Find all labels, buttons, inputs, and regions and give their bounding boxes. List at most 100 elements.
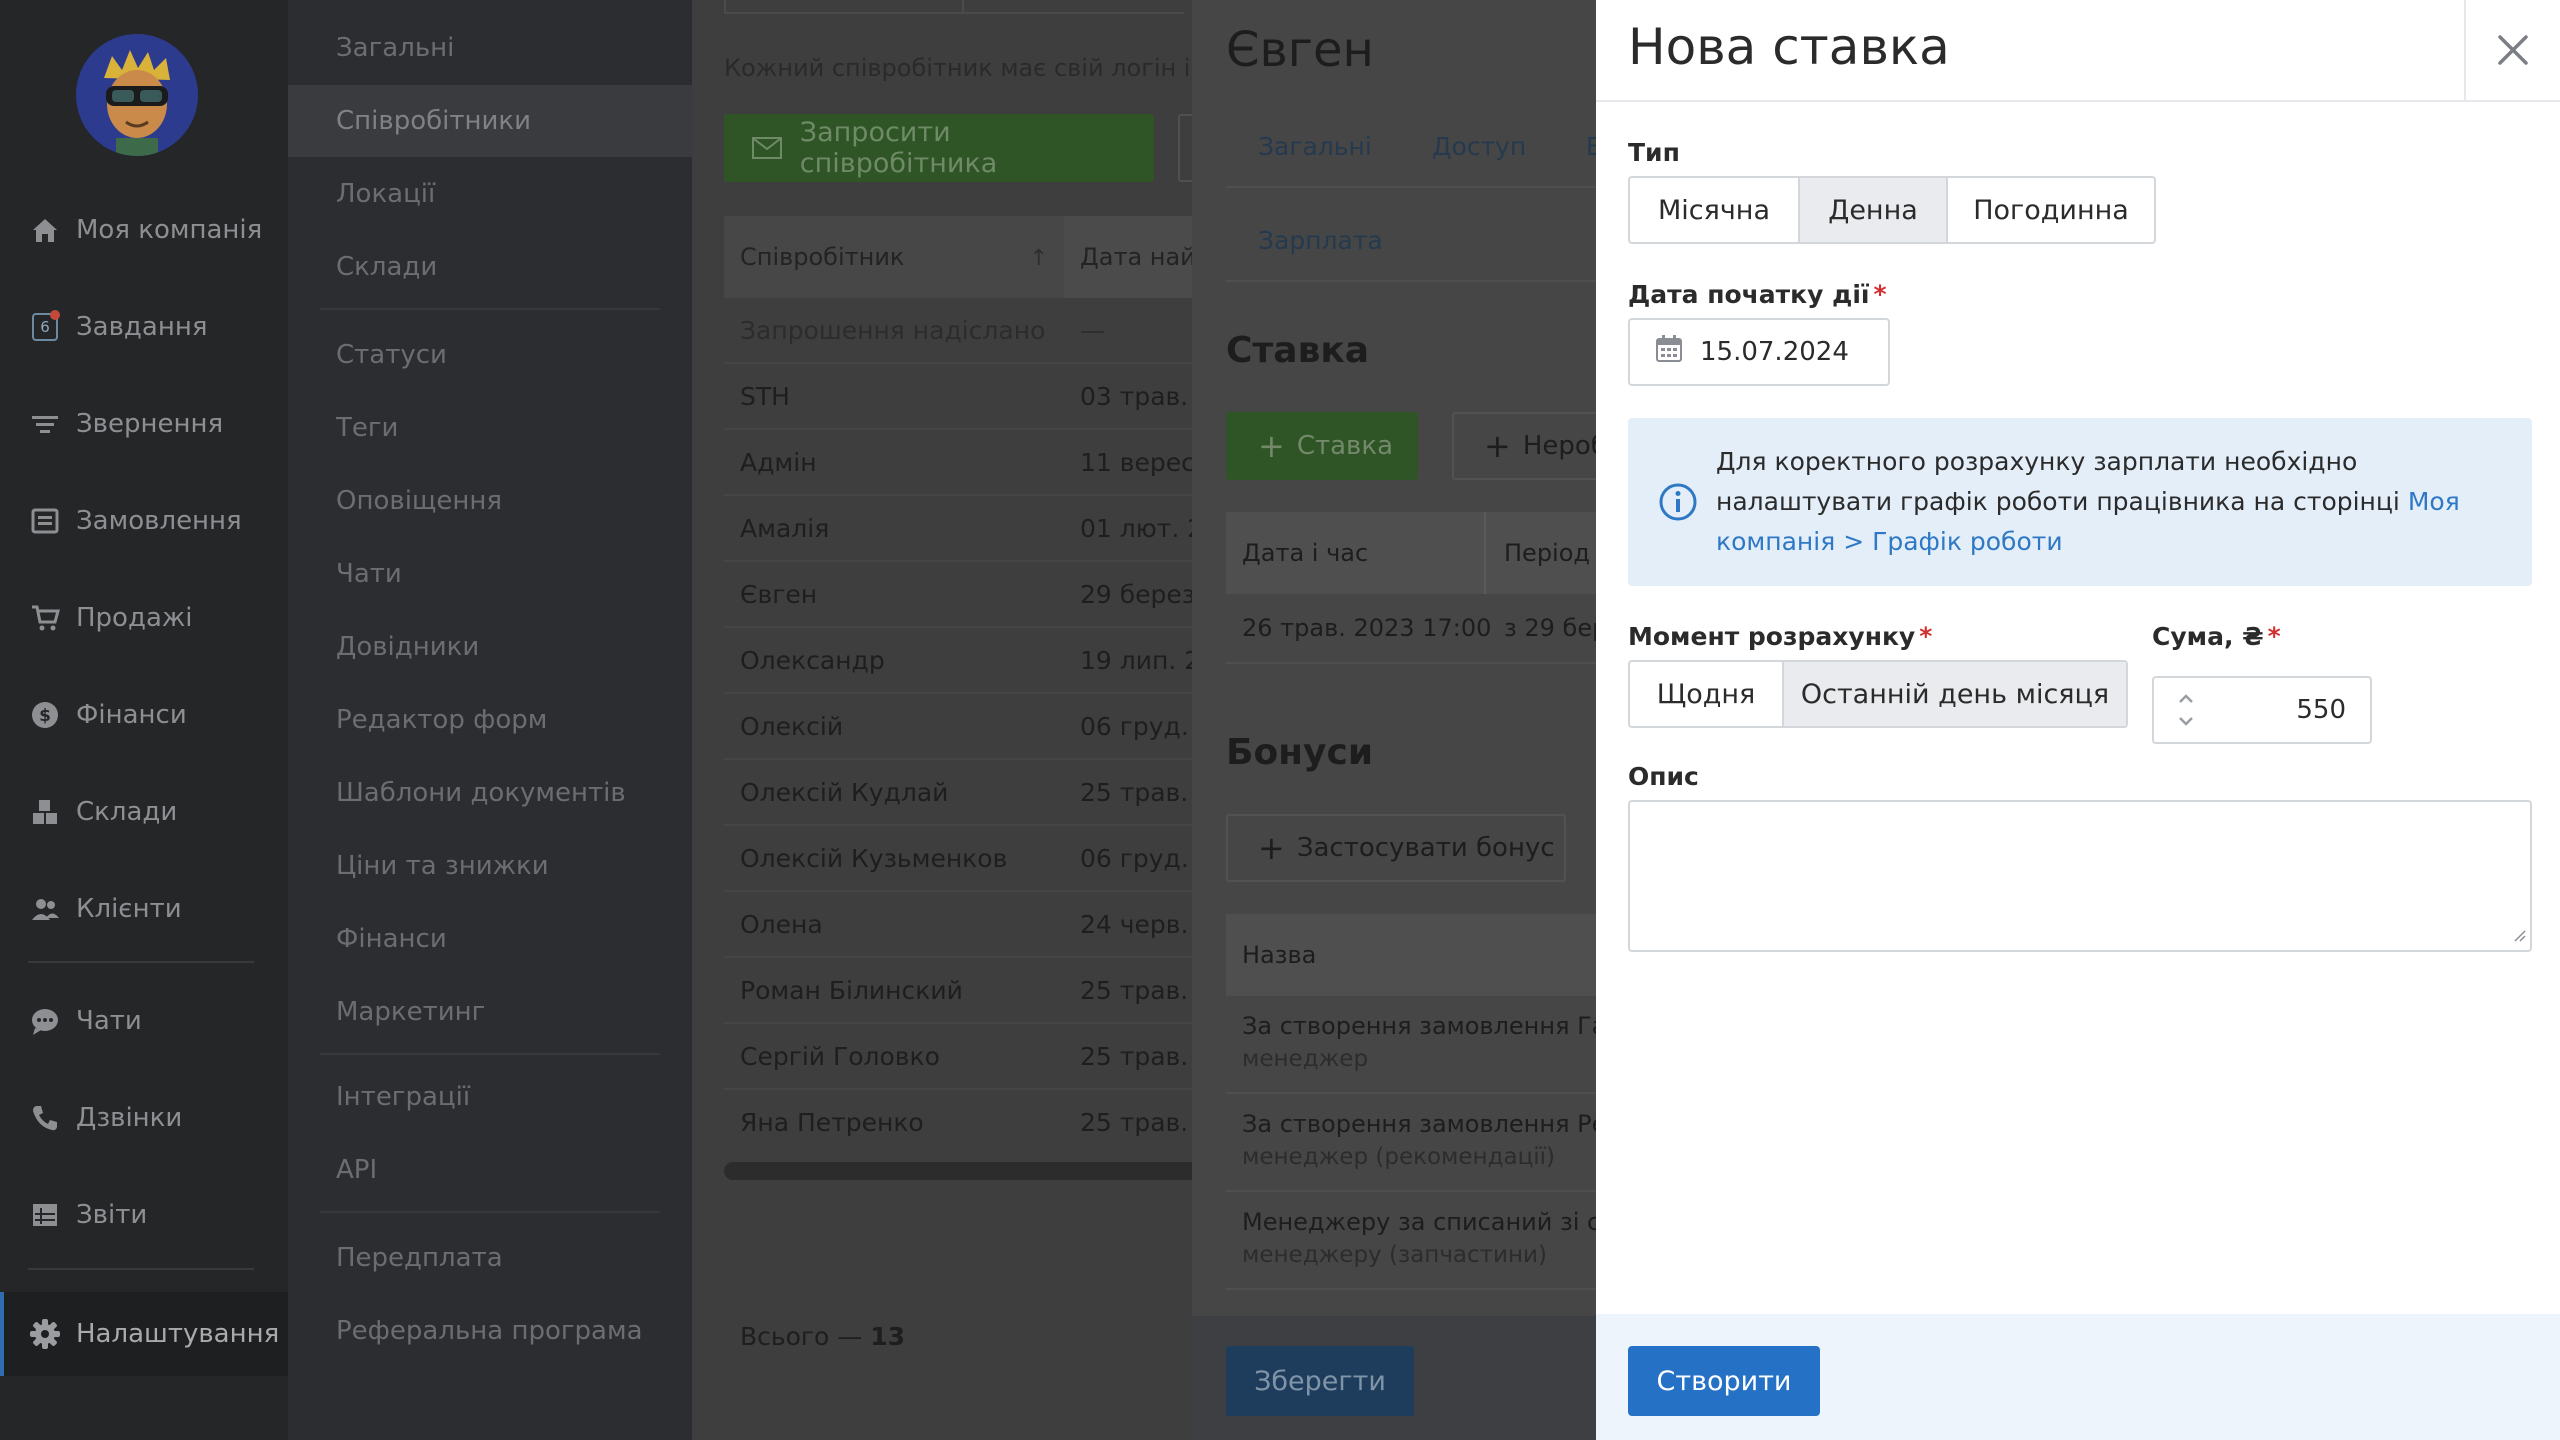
- cart-icon: [28, 601, 62, 635]
- table-row[interactable]: Олена24 черв. 2: [724, 892, 1192, 958]
- create-button[interactable]: Створити: [1628, 1346, 1820, 1416]
- tab-access[interactable]: Доступ: [1432, 132, 1526, 161]
- nav-item-reports[interactable]: Звіти: [0, 1179, 288, 1251]
- apply-bonus-button[interactable]: + Застосувати бонус: [1226, 814, 1566, 882]
- dialog-footer: Створити: [1596, 1314, 2560, 1440]
- stepper-arrows-icon[interactable]: [2174, 688, 2198, 732]
- submenu-item-chats[interactable]: Чати: [288, 538, 692, 610]
- nav-item-settings[interactable]: Налаштування: [0, 1292, 288, 1376]
- orders-icon: [28, 504, 62, 538]
- required-marker: *: [1919, 622, 1933, 651]
- gear-icon: [28, 1317, 62, 1351]
- table-row[interactable]: Роман Білинский25 трав. 2: [724, 958, 1192, 1024]
- table-row[interactable]: Менеджеру за списаний зі скл менеджеру (…: [1226, 1192, 1596, 1290]
- nav-item-finance[interactable]: $ Фінанси: [0, 679, 288, 751]
- submenu-item-statuses[interactable]: Статуси: [288, 319, 692, 391]
- nav-item-requests[interactable]: Звернення: [0, 388, 288, 460]
- nav-item-calls[interactable]: Дзвінки: [0, 1082, 288, 1154]
- invite-employee-button[interactable]: Запросити співробітника: [724, 114, 1154, 182]
- submenu-item-tags[interactable]: Теги: [288, 392, 692, 464]
- type-option-daily[interactable]: Денна: [1800, 178, 1948, 242]
- calendar-icon: [1654, 334, 1684, 371]
- nav-item-chats[interactable]: Чати: [0, 985, 288, 1057]
- type-option-monthly[interactable]: Місячна: [1630, 178, 1800, 242]
- table-row[interactable]: Амалія 01 лют. 2: [724, 496, 1192, 562]
- user-avatar[interactable]: [76, 34, 198, 156]
- submenu-item-notifications[interactable]: Оповіщення: [288, 465, 692, 537]
- nav-item-warehouses[interactable]: Склади: [0, 776, 288, 848]
- submenu-item-api[interactable]: API: [288, 1134, 692, 1206]
- submenu-item-finance[interactable]: Фінанси: [288, 903, 692, 975]
- horizontal-scrollbar[interactable]: [724, 1162, 1192, 1180]
- nav-item-orders[interactable]: Замовлення: [0, 485, 288, 557]
- employee-name-title: Євген: [1226, 22, 1374, 78]
- close-button[interactable]: [2464, 0, 2560, 100]
- submenu-item-warehouses[interactable]: Склади: [288, 231, 692, 303]
- employees-total: Всього — 13: [740, 1322, 906, 1351]
- table-row[interactable]: Олександр 19 лип. 2: [724, 628, 1192, 694]
- tab-general[interactable]: Загальні: [1258, 132, 1372, 161]
- nav-label: Продажі: [76, 603, 193, 633]
- nav-item-tasks[interactable]: 6 Завдання: [0, 291, 288, 363]
- nav-divider: [28, 1268, 254, 1270]
- column-hire-date[interactable]: Дата найм: [1080, 216, 1192, 298]
- amount-label: Сума, ₴ *: [2152, 622, 2281, 651]
- nav-label: Звіти: [76, 1200, 148, 1230]
- employees-tab-active[interactable]: [724, 0, 964, 14]
- table-row[interactable]: Яна Петренко25 трав. 2: [724, 1090, 1192, 1156]
- type-selector: Місячна Денна Погодинна: [1628, 176, 2156, 244]
- table-row[interactable]: Адмін 11 верес.: [724, 430, 1192, 496]
- resize-grip-icon[interactable]: [2510, 926, 2526, 946]
- add-rate-button[interactable]: + Ставка: [1226, 412, 1418, 480]
- table-row[interactable]: Олексій Кудлай25 трав. 2: [724, 760, 1192, 826]
- submenu-item-document-templates[interactable]: Шаблони документів: [288, 757, 692, 829]
- submenu-item-prices-discounts[interactable]: Ціни та знижки: [288, 830, 692, 902]
- submenu-item-locations[interactable]: Локації: [288, 158, 692, 230]
- submenu-item-marketing[interactable]: Маркетинг: [288, 976, 692, 1048]
- column-employee[interactable]: Співробітник ↑: [724, 216, 1064, 298]
- sort-arrow-up-icon: ↑: [1029, 246, 1048, 271]
- nav-divider: [28, 961, 254, 963]
- moment-option-daily[interactable]: Щодня: [1630, 662, 1784, 726]
- nav-label: Завдання: [76, 312, 208, 342]
- nav-label: Налаштування: [76, 1319, 280, 1349]
- submenu-item-general[interactable]: Загальні: [288, 12, 692, 84]
- nav-item-my-company[interactable]: Моя компанія: [0, 194, 288, 266]
- table-row[interactable]: Олексій Кузьменков06 груд. 2: [724, 826, 1192, 892]
- save-button[interactable]: Зберегти: [1226, 1346, 1414, 1416]
- description-textarea[interactable]: [1628, 800, 2532, 952]
- reports-icon: [28, 1198, 62, 1232]
- submenu-divider: [320, 1211, 660, 1213]
- table-row[interactable]: STH03 трав. 2: [724, 364, 1192, 430]
- phone-icon: [28, 1101, 62, 1135]
- employees-tabs: [724, 0, 1184, 14]
- submenu-item-employees[interactable]: Співробітники: [288, 85, 692, 157]
- bonuses-heading: Бонуси: [1226, 732, 1374, 773]
- amount-input[interactable]: 550: [2152, 676, 2372, 744]
- submenu-item-form-editor[interactable]: Редактор форм: [288, 684, 692, 756]
- nav-item-sales[interactable]: Продажі: [0, 582, 288, 654]
- submenu-item-subscription[interactable]: Передплата: [288, 1222, 692, 1294]
- add-nonworking-button[interactable]: + Нероб: [1452, 412, 1596, 480]
- type-label: Тип: [1628, 138, 1680, 167]
- table-row[interactable]: За створення замовлення Рек менеджер (ре…: [1226, 1094, 1596, 1192]
- submenu-item-referral[interactable]: Реферальна програма: [288, 1295, 692, 1367]
- moment-option-last-day[interactable]: Останній день місяця: [1784, 662, 2126, 726]
- tab-salary[interactable]: Зарплата: [1258, 226, 1383, 255]
- settings-submenu: Загальні Співробітники Локації Склади Ст…: [288, 0, 692, 1440]
- table-row[interactable]: Сергій Головко25 трав. 2: [724, 1024, 1192, 1090]
- table-row[interactable]: За створення замовлення Гар менеджер: [1226, 996, 1596, 1094]
- table-row[interactable]: Євген 29 берез.: [724, 562, 1192, 628]
- chat-icon: [28, 1004, 62, 1038]
- table-row[interactable]: Запрошення надіслано —: [724, 298, 1192, 364]
- employees-secondary-button[interactable]: [1178, 114, 1192, 182]
- rate-heading: Ставка: [1226, 330, 1370, 371]
- start-date-input[interactable]: 15.07.2024: [1628, 318, 1890, 386]
- table-row[interactable]: Олексій06 груд. 2: [724, 694, 1192, 760]
- nav-item-clients[interactable]: Клієнти: [0, 873, 288, 945]
- table-row[interactable]: 26 трав. 2023 17:00 з 29 бер: [1226, 594, 1596, 664]
- submenu-item-directories[interactable]: Довідники: [288, 611, 692, 683]
- type-option-hourly[interactable]: Погодинна: [1948, 178, 2154, 242]
- submenu-item-integrations[interactable]: Інтеграції: [288, 1061, 692, 1133]
- tab-e[interactable]: Е: [1586, 132, 1596, 161]
